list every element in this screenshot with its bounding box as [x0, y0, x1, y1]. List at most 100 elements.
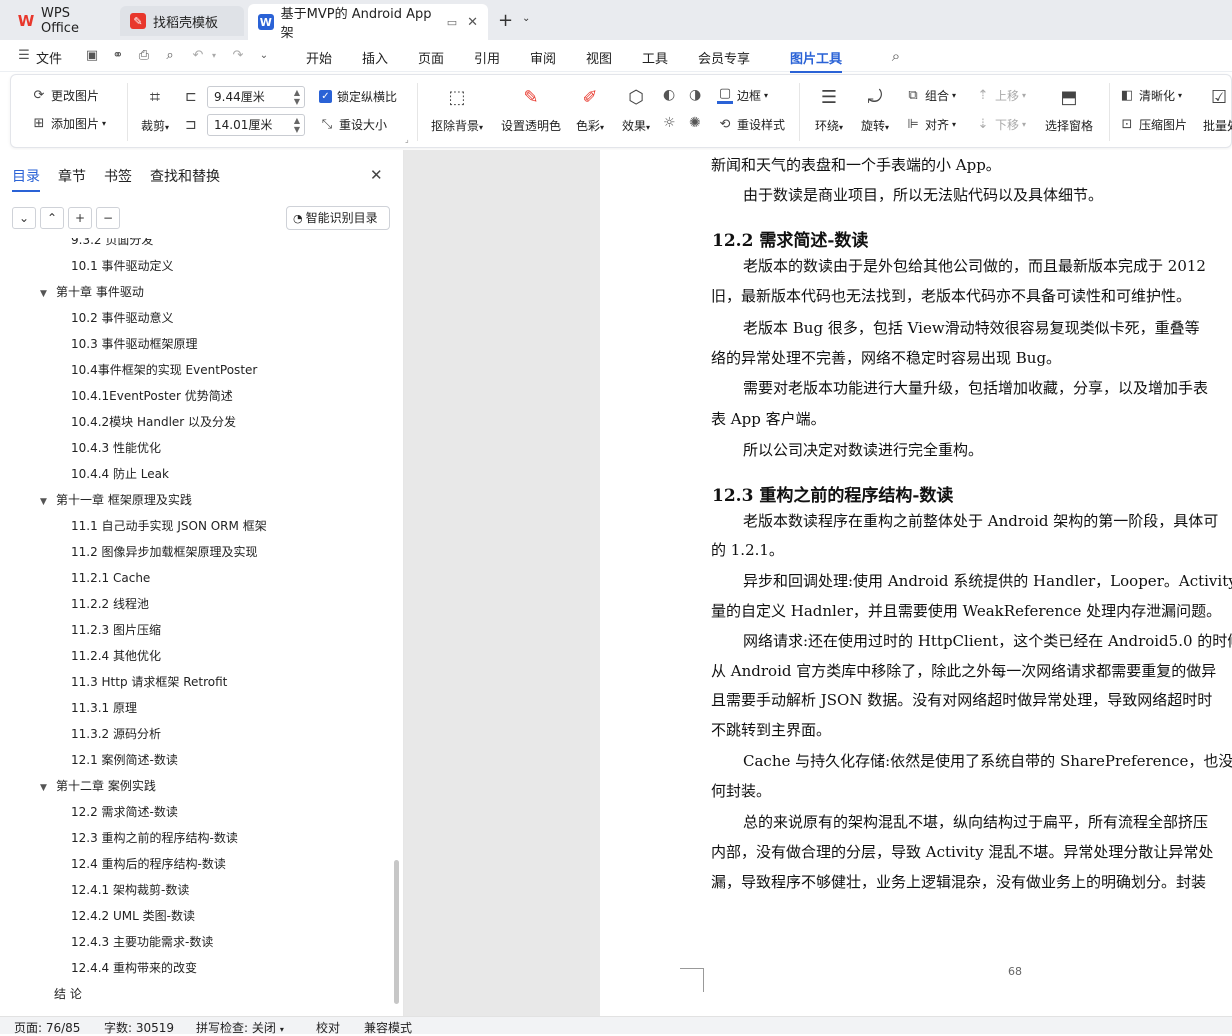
brightness-up-icon[interactable]: ✺ — [689, 115, 701, 131]
panel-scrollbar[interactable] — [394, 860, 399, 1004]
redo-icon[interactable]: ↷ — [230, 48, 246, 64]
toc-item[interactable]: 10.4事件框架的实现 EventPoster — [71, 360, 257, 380]
expand-triangle-icon[interactable]: ▼ — [40, 492, 52, 512]
page-indicator[interactable]: 页面: 76/85 — [14, 1019, 80, 1036]
menu-reference[interactable]: 引用 — [474, 48, 500, 67]
toc-chapter[interactable]: ▼ 第十章 事件驱动 — [40, 282, 144, 302]
expand-triangle-icon[interactable]: ▼ — [40, 284, 52, 304]
spell-check-status[interactable]: 拼写检查: 关闭 ▾ — [196, 1019, 284, 1036]
toc-item[interactable]: 12.3 重构之前的程序结构-数读 — [71, 828, 238, 848]
brightness-down-icon[interactable]: ☼ — [663, 115, 676, 131]
change-picture-button[interactable]: ⟳ 更改图片 — [31, 87, 99, 104]
print-icon[interactable]: ⎙ — [136, 48, 152, 64]
tab-find-replace[interactable]: 查找和替换 — [150, 166, 220, 186]
menu-picture-tools[interactable]: 图片工具 — [790, 48, 843, 73]
stepper-icon[interactable]: ▲ ▼ — [294, 88, 300, 106]
lock-ratio-checkbox[interactable]: ✓ 锁定纵横比 — [319, 88, 397, 105]
monitor-icon[interactable]: ▭ — [447, 16, 457, 29]
toc-chapter[interactable]: ▼ 第十一章 框架原理及实践 — [40, 490, 192, 510]
dialog-launcher-icon[interactable]: ⌟ — [405, 135, 409, 144]
move-up-button[interactable]: ⇡ 上移 ▾ — [975, 87, 1026, 104]
toc-item[interactable]: 11.2.3 图片压缩 — [71, 620, 161, 640]
tab-wps-office[interactable]: W WPS Office — [8, 6, 116, 36]
toc-item[interactable]: 11.2.1 Cache — [71, 568, 150, 588]
tab-chapters[interactable]: 章节 — [58, 166, 86, 186]
close-panel-icon[interactable]: ✕ — [370, 166, 383, 184]
rotate-button[interactable]: ⤾ 旋转▾ — [853, 85, 897, 134]
word-count[interactable]: 字数: 30519 — [104, 1019, 174, 1036]
toc-item[interactable]: 10.4.3 性能优化 — [71, 438, 161, 458]
proofread-button[interactable]: 校对 — [316, 1019, 340, 1036]
remove-heading-button[interactable]: − — [96, 207, 120, 229]
width-input[interactable]: 9.44厘米 ▲ ▼ — [207, 86, 305, 108]
close-tab-icon[interactable]: ✕ — [467, 15, 478, 30]
expand-down-button[interactable]: ⌄ — [12, 207, 36, 229]
share-icon[interactable]: ⚭ — [110, 48, 126, 64]
brightness-icon[interactable]: ◐ — [663, 87, 675, 103]
border-button[interactable]: ▢ 边框 ▾ — [717, 87, 768, 104]
toc-item[interactable]: 12.4.2 UML 类图-数读 — [71, 906, 195, 926]
toc-item[interactable]: 11.3 Http 请求框架 Retrofit — [71, 672, 227, 692]
document-page[interactable]: 新闻和天气的表盘和一个手表端的小 App。 由于数读是商业项目，所以无法贴代码以及… — [600, 150, 1232, 1016]
toc-item[interactable]: 10.4.4 防止 Leak — [71, 464, 169, 484]
toc-item[interactable]: 10.2 事件驱动意义 — [71, 308, 174, 328]
toc-item[interactable]: 12.4 重构后的程序结构-数读 — [71, 854, 226, 874]
chevron-down-icon[interactable]: ⌄ — [522, 13, 530, 24]
toc-chapter[interactable]: ▼ 第十二章 案例实践 — [40, 776, 156, 796]
effects-button[interactable]: ⬡ 效果▾ — [611, 85, 661, 134]
more-dropdown-icon[interactable]: ⌄ — [256, 48, 272, 64]
wrap-button[interactable]: ☰ 环绕▾ — [807, 85, 851, 134]
undo-dropdown-icon[interactable]: ▾ — [206, 48, 222, 64]
new-tab-icon[interactable]: + — [498, 10, 513, 31]
menu-file[interactable]: 文件 — [36, 48, 62, 67]
reset-style-button[interactable]: ⟲ 重设样式 — [717, 116, 785, 133]
tab-toc[interactable]: 目录 — [12, 166, 40, 192]
menu-review[interactable]: 审阅 — [530, 48, 556, 67]
tab-docer[interactable]: ✎ 找稻壳模板 — [120, 6, 244, 36]
color-button[interactable]: ✐ 色彩▾ — [565, 85, 615, 134]
toc-item[interactable]: 10.4.1EventPoster 优势简述 — [71, 386, 233, 406]
move-down-button[interactable]: ⇣ 下移 ▾ — [975, 116, 1026, 133]
compress-picture-button[interactable]: ⊡ 压缩图片 — [1119, 116, 1187, 133]
contrast-icon[interactable]: ◑ — [689, 87, 701, 103]
toc-item[interactable]: 12.4.1 架构裁剪-数读 — [71, 880, 189, 900]
print-preview-icon[interactable]: ⌕ — [162, 48, 178, 64]
toc-item[interactable]: 结 论 — [54, 984, 82, 1004]
toc-item[interactable]: 11.2 图像异步加载框架原理及实现 — [71, 542, 258, 562]
set-transparent-button[interactable]: ✎ 设置透明色 — [495, 85, 567, 134]
crop-button[interactable]: ⌗ 裁剪▾ — [125, 85, 185, 134]
height-input[interactable]: 14.01厘米 ▲ ▼ — [207, 114, 305, 136]
toc-item[interactable]: 12.2 需求简述-数读 — [71, 802, 178, 822]
menu-view[interactable]: 视图 — [586, 48, 612, 67]
toc-item[interactable]: 11.2.2 线程池 — [71, 594, 149, 614]
add-heading-button[interactable]: + — [68, 207, 92, 229]
add-picture-button[interactable]: ⊞ 添加图片 ▾ — [31, 115, 106, 132]
menu-insert[interactable]: 插入 — [362, 48, 388, 67]
tab-document[interactable]: W 基于MVP的 Android App架 ▭ ✕ — [248, 4, 488, 41]
toc-item[interactable]: 11.3.1 原理 — [71, 698, 137, 718]
expand-triangle-icon[interactable]: ▼ — [40, 778, 52, 798]
stepper-icon[interactable]: ▲ ▼ — [294, 116, 300, 134]
toc-item[interactable]: 11.1 自己动手实现 JSON ORM 框架 — [71, 516, 267, 536]
search-icon[interactable]: ⌕ — [888, 48, 904, 64]
toc-item[interactable]: 12.4.3 主要功能需求-数读 — [71, 932, 213, 952]
menu-tools[interactable]: 工具 — [642, 48, 668, 67]
group-button[interactable]: ⧉ 组合 ▾ — [905, 87, 956, 104]
menu-home[interactable]: 开始 — [306, 48, 332, 67]
batch-process-button[interactable]: ☑批量处 — [1203, 85, 1232, 134]
toc-item[interactable]: 10.4.2模块 Handler 以及分发 — [71, 412, 236, 432]
remove-background-button[interactable]: ⬚ 抠除背景▾ — [425, 85, 489, 134]
menu-member[interactable]: 会员专享 — [698, 48, 750, 67]
toc-item[interactable]: 9.3.2 页面分发 — [71, 238, 153, 250]
reset-size-button[interactable]: ⤡ 重设大小 — [319, 116, 387, 133]
smart-toc-button[interactable]: ◔ 智能识别目录 — [286, 206, 390, 230]
align-button[interactable]: ⊫ 对齐 ▾ — [905, 116, 956, 133]
selection-pane-button[interactable]: ⬒ 选择窗格 — [1039, 85, 1099, 134]
toc-item[interactable]: 10.1 事件驱动定义 — [71, 256, 174, 276]
undo-icon[interactable]: ↶ — [190, 48, 206, 64]
toc-item[interactable]: 12.4.4 重构带来的改变 — [71, 958, 197, 978]
hamburger-icon[interactable]: ☰ — [16, 48, 32, 64]
menu-page[interactable]: 页面 — [418, 48, 444, 67]
toc-item[interactable]: 12.1 案例简述-数读 — [71, 750, 178, 770]
toc-item[interactable]: 10.3 事件驱动框架原理 — [71, 334, 198, 354]
